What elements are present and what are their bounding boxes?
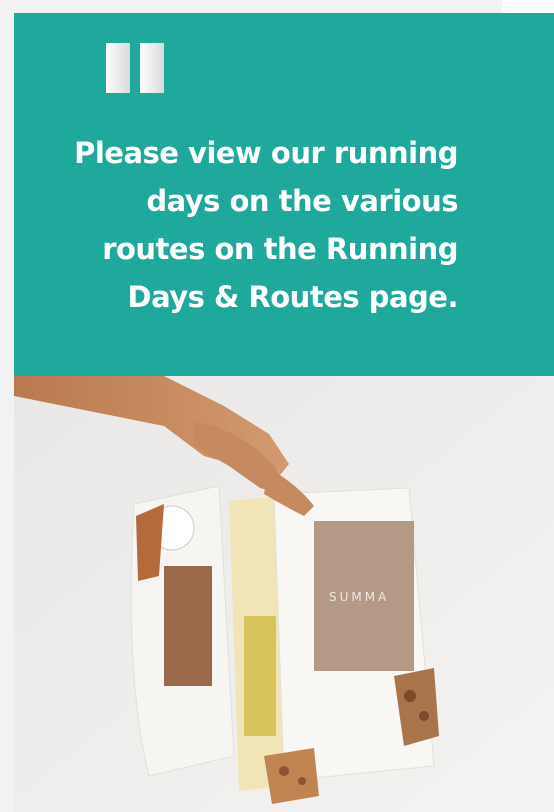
product-photo-illustration: SUMMA bbox=[14, 376, 554, 812]
quote-text: Please view our running days on the vari… bbox=[74, 136, 458, 314]
quote-card: Please view our running days on the vari… bbox=[14, 13, 554, 376]
product-logo-text: SUMMA bbox=[329, 590, 389, 604]
page: Please view our running days on the vari… bbox=[0, 0, 554, 812]
product-photo: SUMMA bbox=[14, 376, 554, 812]
quote-mark-icon bbox=[106, 43, 164, 93]
top-right-edge bbox=[502, 0, 554, 13]
